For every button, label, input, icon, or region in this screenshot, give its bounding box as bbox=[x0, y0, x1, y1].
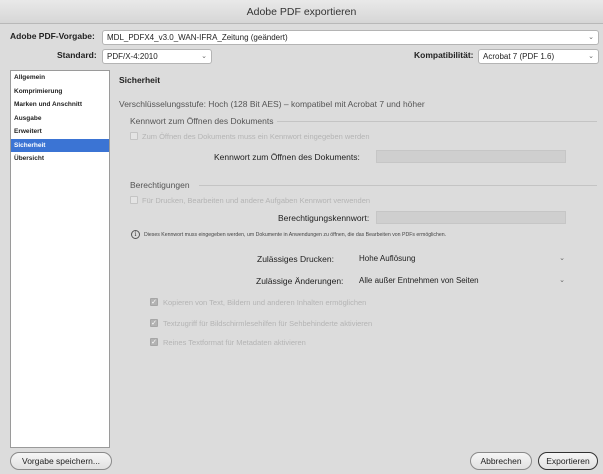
checkmark-icon: ✓ bbox=[151, 339, 157, 346]
chevron-down-icon: ⌄ bbox=[588, 34, 594, 41]
compat-label: Kompatibilität: bbox=[414, 50, 474, 60]
permissions-password-field[interactable] bbox=[376, 211, 566, 224]
open-password-checkbox-label: Zum Öffnen des Dokuments muss ein Kennwo… bbox=[142, 132, 370, 141]
checkmark-icon: ✓ bbox=[151, 320, 157, 327]
window-title: Adobe PDF exportieren bbox=[0, 0, 603, 24]
security-panel: Sicherheit Verschlüsselungsstufe: Hoch (… bbox=[113, 70, 603, 448]
sidebar-item-erweitert[interactable]: Erweitert bbox=[11, 125, 109, 139]
screenreader-access-checkbox[interactable]: ✓ bbox=[150, 319, 158, 327]
encryption-level: Verschlüsselungsstufe: Hoch (128 Bit AES… bbox=[119, 99, 425, 109]
divider bbox=[199, 185, 597, 186]
cancel-button[interactable]: Abbrechen bbox=[470, 452, 532, 470]
sidebar-item-uebersicht[interactable]: Übersicht bbox=[11, 152, 109, 166]
screenreader-access-label: Textzugriff für Bildschirmlesehilfen für… bbox=[163, 319, 373, 328]
standard-value: PDF/X-4:2010 bbox=[107, 52, 158, 61]
export-button[interactable]: Exportieren bbox=[538, 452, 598, 470]
permissions-password-field-label: Berechtigungskennwort: bbox=[278, 213, 370, 223]
preset-label: Adobe PDF-Vorgabe: bbox=[10, 31, 95, 41]
section-title: Sicherheit bbox=[119, 75, 161, 85]
compat-value: Acrobat 7 (PDF 1.6) bbox=[483, 52, 555, 61]
open-password-field[interactable] bbox=[376, 150, 566, 163]
changes-value: Alle außer Entnehmen von Seiten bbox=[359, 276, 479, 285]
save-preset-button[interactable]: Vorgabe speichern... bbox=[10, 452, 112, 470]
copy-content-label: Kopieren von Text, Bildern und anderen I… bbox=[163, 298, 367, 307]
permissions-group-title: Berechtigungen bbox=[130, 180, 190, 190]
chevron-down-icon: ⌄ bbox=[201, 53, 207, 60]
standard-label: Standard: bbox=[57, 50, 97, 60]
changes-label: Zulässige Änderungen: bbox=[256, 276, 344, 286]
plaintext-metadata-checkbox[interactable]: ✓ bbox=[150, 338, 158, 346]
preset-value: MDL_PDFX4_v3.0_WAN-IFRA_Zeitung (geänder… bbox=[107, 33, 288, 42]
sidebar-item-ausgabe[interactable]: Ausgabe bbox=[11, 112, 109, 126]
permissions-info-text: Dieses Kennwort muss eingegeben werden, … bbox=[144, 232, 447, 238]
sidebar-item-allgemein[interactable]: Allgemein bbox=[11, 71, 109, 85]
preset-select[interactable]: MDL_PDFX4_v3.0_WAN-IFRA_Zeitung (geänder… bbox=[102, 30, 599, 45]
info-icon: i bbox=[131, 230, 140, 239]
chevron-down-icon: ⌄ bbox=[588, 53, 594, 60]
chevron-down-icon: ⌄ bbox=[559, 277, 565, 284]
sidebar-item-marken[interactable]: Marken und Anschnitt bbox=[11, 98, 109, 112]
printing-value: Hohe Auflösung bbox=[359, 254, 416, 263]
chevron-down-icon: ⌄ bbox=[559, 255, 565, 262]
checkmark-icon: ✓ bbox=[151, 299, 157, 306]
changes-select[interactable]: Alle außer Entnehmen von Seiten ⌄ bbox=[359, 274, 565, 287]
open-password-field-label: Kennwort zum Öffnen des Dokuments: bbox=[214, 152, 360, 162]
permissions-password-checkbox[interactable] bbox=[130, 196, 138, 204]
printing-label: Zulässiges Drucken: bbox=[257, 254, 335, 264]
standard-select[interactable]: PDF/X-4:2010 ⌄ bbox=[102, 49, 212, 64]
open-password-group-title: Kennwort zum Öffnen des Dokuments bbox=[130, 116, 274, 126]
divider bbox=[277, 121, 597, 122]
compat-select[interactable]: Acrobat 7 (PDF 1.6) ⌄ bbox=[478, 49, 599, 64]
plaintext-metadata-label: Reines Textformat für Metadaten aktivier… bbox=[163, 338, 306, 347]
sidebar: Allgemein Komprimierung Marken und Ansch… bbox=[10, 70, 110, 448]
copy-content-checkbox[interactable]: ✓ bbox=[150, 298, 158, 306]
open-password-checkbox[interactable] bbox=[130, 132, 138, 140]
sidebar-item-komprimierung[interactable]: Komprimierung bbox=[11, 85, 109, 99]
permissions-password-checkbox-label: Für Drucken, Bearbeiten und andere Aufga… bbox=[142, 196, 371, 205]
printing-select[interactable]: Hohe Auflösung ⌄ bbox=[359, 252, 565, 265]
sidebar-item-sicherheit[interactable]: Sicherheit bbox=[11, 138, 109, 152]
